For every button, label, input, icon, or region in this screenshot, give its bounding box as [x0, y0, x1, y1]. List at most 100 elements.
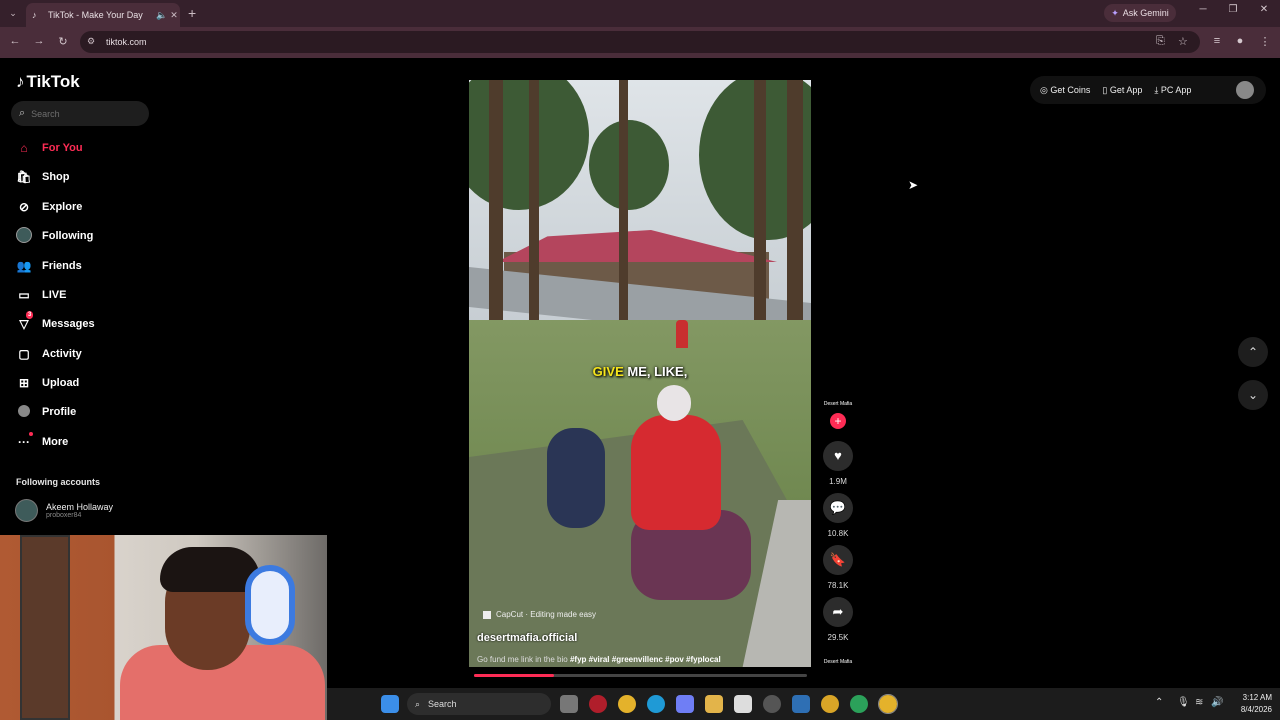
media-control-icon[interactable]: ≡: [1210, 35, 1224, 47]
like-count: 1.9M: [829, 477, 847, 486]
video-tree-trunk: [754, 80, 766, 320]
sidebar-item-messages[interactable]: ▽ 3 Messages: [16, 311, 95, 334]
close-tab-icon[interactable]: ✕: [168, 10, 180, 21]
new-tab-icon[interactable]: +: [188, 5, 196, 21]
photos-icon[interactable]: [792, 695, 810, 713]
chevron-down-icon: ⌄: [1247, 388, 1259, 402]
opera-icon[interactable]: [589, 695, 607, 713]
video-player[interactable]: GIVE ME, LIKE, CapCut · Editing made eas…: [469, 80, 811, 667]
search-icon: ⌕: [19, 107, 26, 119]
like-button[interactable]: ♥: [823, 441, 853, 471]
creator-label[interactable]: Desert Mafia: [818, 401, 858, 407]
install-app-icon[interactable]: ⎘: [1156, 35, 1165, 48]
microphone-icon[interactable]: 🎙: [1177, 697, 1190, 708]
chrome-profile-2-icon[interactable]: [850, 695, 868, 713]
restore-icon[interactable]: ❐: [1223, 4, 1243, 15]
sidebar-item-upload[interactable]: ⊞ Upload: [16, 373, 79, 393]
save-button[interactable]: 🔖: [823, 545, 853, 575]
bookmark-star-icon[interactable]: ☆: [1178, 35, 1188, 48]
taskbar-clock[interactable]: 3:12 AM 8/4/2026: [1202, 692, 1272, 716]
comment-button[interactable]: 💬: [823, 493, 853, 523]
video-child: [547, 428, 605, 528]
profile-shield-icon[interactable]: ●: [1233, 35, 1247, 47]
comment-count: 10.8K: [827, 529, 849, 538]
browser-tabbar: ⌄ ♪ TikTok - Make Your Day 🔈 ✕ + ✦ Ask Ge…: [0, 0, 1280, 27]
reload-icon[interactable]: ↻: [56, 35, 70, 48]
browser-tab[interactable]: ♪ TikTok - Make Your Day 🔈 ✕: [26, 3, 180, 27]
taskbar-search[interactable]: ⌕ Search: [407, 693, 551, 715]
sidebar-item-more[interactable]: ··· More: [16, 432, 68, 452]
share-button[interactable]: ➦: [823, 597, 853, 627]
friends-icon: 👥: [16, 259, 32, 273]
caption-rest: ME, LIKE,: [627, 364, 688, 379]
capcut-icon: [483, 610, 491, 619]
sidebar-item-label: Activity: [42, 348, 82, 360]
sidebar-item-friends[interactable]: 👥 Friends: [16, 256, 82, 276]
tab-search-icon[interactable]: ⌄: [6, 6, 20, 20]
messages-badge: 3: [26, 311, 34, 319]
task-view-icon[interactable]: [560, 695, 578, 713]
search-input[interactable]: ⌕ Search: [11, 101, 149, 126]
tray-overflow-icon[interactable]: ⌃: [1155, 697, 1163, 708]
sidebar-item-profile[interactable]: Profile: [16, 402, 76, 422]
edge-icon[interactable]: [647, 695, 665, 713]
video-progress-bar[interactable]: [474, 674, 807, 677]
bookmark-icon: 🔖: [829, 552, 847, 567]
next-creator-label[interactable]: Desert Mafia: [818, 659, 858, 665]
address-bar[interactable]: ⚙ tiktok.com ⎘ ☆: [80, 31, 1200, 53]
next-video-button[interactable]: ⌄: [1238, 380, 1268, 410]
sidebar-item-shop[interactable]: 🛍 Shop: [16, 167, 69, 187]
speaker-icon[interactable]: 🔈: [156, 10, 168, 21]
sidebar-item-live[interactable]: ▭ LIVE: [16, 285, 66, 305]
pc-app-button[interactable]: ⤓ PC App: [1154, 85, 1191, 96]
file-explorer-icon[interactable]: [705, 695, 723, 713]
sidebar-item-label: Profile: [42, 406, 77, 418]
caption-highlight: GIVE: [592, 364, 624, 379]
store-icon[interactable]: [734, 695, 752, 713]
start-windows-icon[interactable]: [381, 695, 399, 713]
user-avatar[interactable]: [1236, 81, 1254, 99]
get-app-button[interactable]: ▯ Get App: [1102, 85, 1142, 96]
chrome-active-icon[interactable]: [878, 694, 898, 714]
sidebar-item-following[interactable]: Following: [16, 226, 93, 246]
forward-icon[interactable]: →: [32, 35, 46, 47]
sidebar-item-for-you[interactable]: ⌂ For You: [16, 138, 82, 158]
settings-gear-icon[interactable]: [763, 695, 781, 713]
browser-menu-icon[interactable]: ⋮: [1258, 35, 1272, 48]
profile-icon: [16, 404, 32, 420]
ask-gemini-button[interactable]: ✦ Ask Gemini: [1104, 4, 1176, 22]
following-account-item[interactable]: Akeem Hollaway proboxer84: [15, 499, 113, 522]
site-info-icon[interactable]: ⚙: [87, 36, 95, 47]
copilot-icon[interactable]: [676, 695, 694, 713]
chrome-icon[interactable]: [618, 695, 636, 713]
compass-icon: ⊘: [18, 200, 30, 214]
home-icon: ⌂: [20, 141, 28, 155]
get-app-label: Get App: [1109, 84, 1143, 95]
back-icon[interactable]: ←: [8, 35, 22, 47]
follow-plus-button[interactable]: +: [830, 413, 846, 429]
comment-icon: 💬: [829, 500, 847, 515]
webcam-door: [20, 535, 70, 720]
video-tree-canopy: [589, 120, 669, 210]
account-handle: proboxer84: [46, 512, 82, 519]
minimize-icon[interactable]: ─: [1193, 4, 1213, 15]
video-username[interactable]: desertmafia.official: [477, 632, 577, 644]
chrome-profile-icon[interactable]: [821, 695, 839, 713]
following-avatar-icon: [16, 226, 32, 246]
video-tree-trunk: [529, 80, 539, 340]
video-description: Go fund me link in the bio #fyp #viral #…: [477, 655, 721, 664]
get-coins-button[interactable]: ◎ Get Coins: [1040, 85, 1090, 96]
capcut-tag[interactable]: CapCut · Editing made easy: [483, 610, 596, 619]
previous-video-button[interactable]: ⌃: [1238, 337, 1268, 367]
clock-date: 8/4/2026: [1240, 705, 1272, 714]
sidebar-item-explore[interactable]: ⊘ Explore: [16, 197, 82, 217]
heart-icon: ♥: [834, 448, 842, 463]
sidebar-item-activity[interactable]: ▢ Activity: [16, 344, 82, 364]
description-text: Go fund me link in the bio: [477, 655, 568, 664]
close-window-icon[interactable]: ✕: [1254, 4, 1274, 15]
upload-icon: ⊞: [18, 376, 30, 390]
tiktok-logo[interactable]: ♪ TikTok: [16, 72, 80, 92]
taskbar-search-label: Search: [428, 699, 457, 709]
video-hydrant: [676, 320, 688, 348]
hashtags[interactable]: #fyp #viral #greenvillenc #pov #fyplocal: [570, 655, 721, 664]
